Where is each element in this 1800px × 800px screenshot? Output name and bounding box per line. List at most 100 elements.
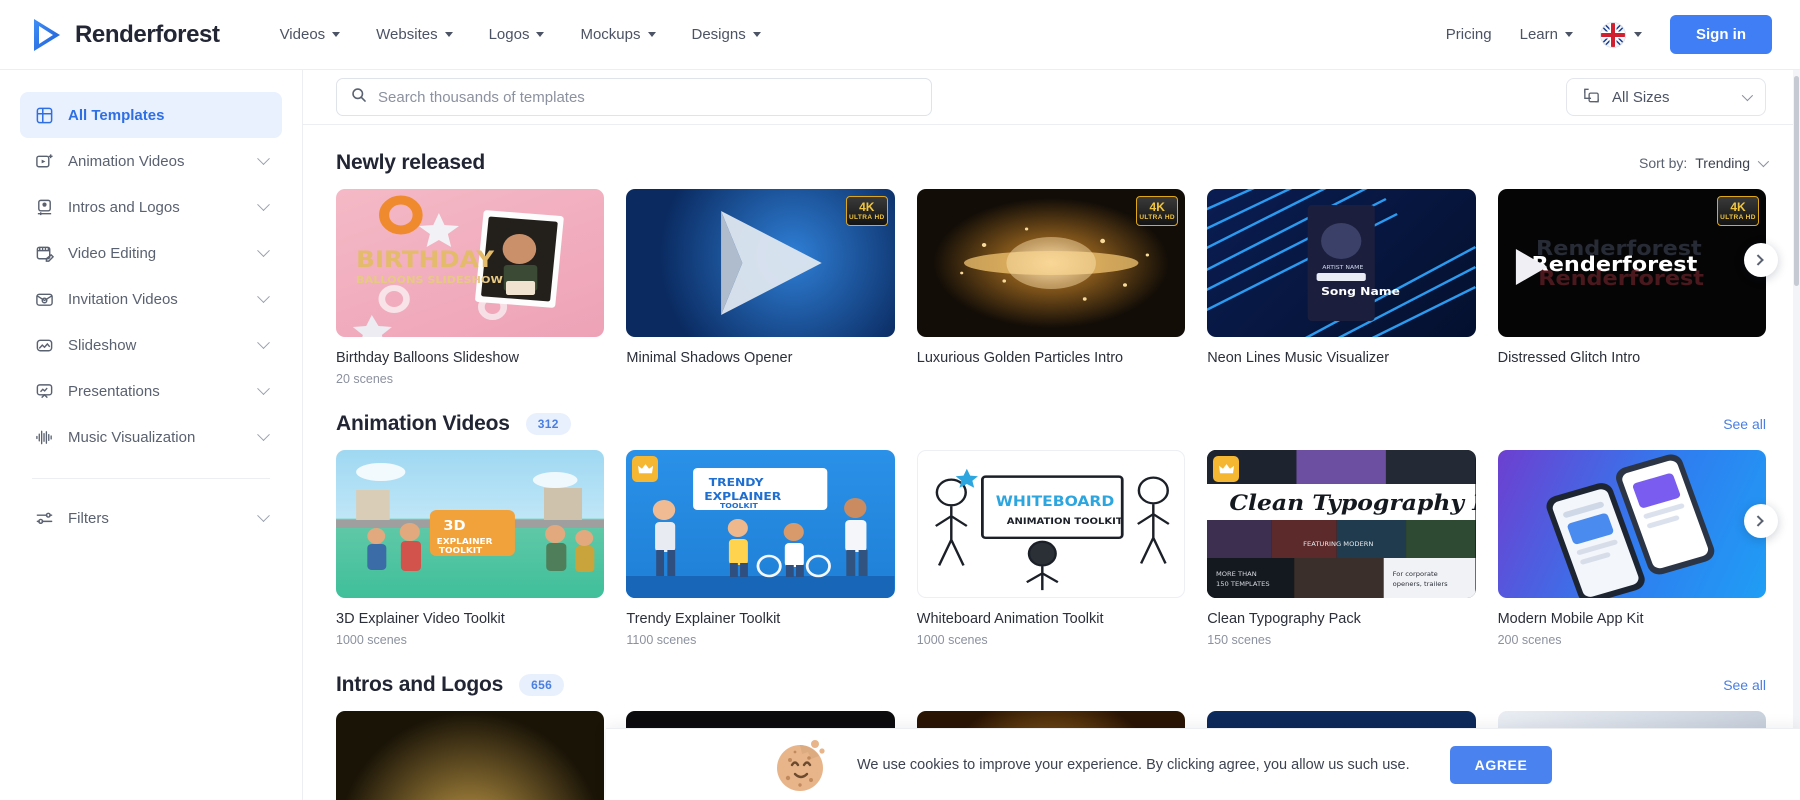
template-card[interactable]: TRENDY EXPLAINER TOOLKIT Trendy Explaine… bbox=[626, 450, 895, 647]
learn-label: Learn bbox=[1519, 26, 1558, 43]
cookie-agree-button[interactable]: AGREE bbox=[1449, 745, 1553, 784]
template-card[interactable]: 3D EXPLAINER TOOLKIT 3D Explainer Video … bbox=[336, 450, 605, 647]
chevron-down-icon bbox=[1565, 32, 1573, 37]
svg-text:Renderforest: Renderforest bbox=[1538, 267, 1704, 291]
svg-text:MORE THAN: MORE THAN bbox=[1216, 571, 1257, 578]
sidebar-item-animation-videos[interactable]: Animation Videos bbox=[20, 138, 282, 184]
chevron-down-icon bbox=[647, 32, 656, 37]
nav-item-videos[interactable]: Videos bbox=[280, 26, 341, 43]
sidebar-item-label: Slideshow bbox=[68, 336, 137, 354]
svg-text:BALLOONS SLIDESHOW: BALLOONS SLIDESHOW bbox=[356, 275, 503, 286]
svg-text:TOOLKIT: TOOLKIT bbox=[720, 501, 759, 509]
template-card[interactable]: Song Name ARTIST NAME Neon Lines Music V… bbox=[1207, 189, 1476, 386]
svg-text:WHITEBOARD: WHITEBOARD bbox=[995, 494, 1114, 510]
nav-label: Websites bbox=[376, 26, 438, 43]
chevron-down-icon bbox=[257, 289, 270, 303]
sign-in-button[interactable]: Sign in bbox=[1670, 15, 1772, 54]
section-count-badge: 656 bbox=[519, 674, 565, 696]
cookie-icon bbox=[771, 734, 833, 796]
svg-text:150 TEMPLATES: 150 TEMPLATES bbox=[1216, 581, 1270, 588]
sidebar-item-music-visualization[interactable]: Music Visualization bbox=[20, 414, 282, 460]
chevron-down-icon bbox=[536, 32, 545, 37]
sidebar-item-all-templates[interactable]: All Templates bbox=[20, 92, 282, 138]
sidebar-item-filters[interactable]: Filters bbox=[20, 495, 282, 541]
template-card[interactable]: 4K ULTRA HD Luxurious Golden Particles I… bbox=[916, 189, 1186, 386]
sidebar-item-presentations[interactable]: Presentations bbox=[20, 368, 282, 414]
svg-text:TOOLKIT: TOOLKIT bbox=[439, 545, 483, 554]
sidebar-item-invitation-videos[interactable]: Invitation Videos bbox=[20, 276, 282, 322]
main-navigation: Videos Websites Logos Mockups Designs bbox=[280, 26, 761, 43]
section-count-badge: 312 bbox=[525, 413, 571, 435]
section-title: Newly released bbox=[336, 151, 485, 174]
svg-text:For corporate: For corporate bbox=[1393, 571, 1438, 578]
nav-item-mockups[interactable]: Mockups bbox=[580, 26, 656, 43]
all-sizes-dropdown[interactable]: All Sizes bbox=[1566, 78, 1766, 116]
brand-logo[interactable]: Renderforest bbox=[30, 17, 220, 53]
carousel-next-button[interactable] bbox=[1744, 504, 1778, 538]
template-thumbnail: Renderforest Renderforest Renderforest 4… bbox=[1497, 189, 1766, 337]
video-play-plus-icon bbox=[34, 151, 54, 171]
sidebar-item-label: Music Visualization bbox=[68, 428, 196, 446]
main-content: All Sizes Newly released Sort by: Trendi… bbox=[303, 70, 1800, 800]
sidebar-item-intros-and-logos[interactable]: Intros and Logos bbox=[20, 184, 282, 230]
sidebar-item-slideshow[interactable]: Slideshow bbox=[20, 322, 282, 368]
aspect-ratio-icon bbox=[1582, 86, 1601, 109]
sidebar-item-label: Video Editing bbox=[68, 244, 157, 262]
nav-item-logos[interactable]: Logos bbox=[489, 26, 545, 43]
section-title: Animation Videos bbox=[336, 412, 510, 435]
template-title: Modern Mobile App Kit bbox=[1497, 611, 1644, 627]
svg-text:TRENDY: TRENDY bbox=[709, 476, 764, 489]
template-card[interactable] bbox=[336, 711, 605, 800]
nav-label: Mockups bbox=[580, 26, 641, 43]
template-thumbnail: WHITEBOARD ANIMATION TOOLKIT bbox=[916, 450, 1186, 598]
nav-label: Videos bbox=[279, 26, 326, 43]
template-row-newly-released: BIRTHDAY BALLOONS SLIDESHOW Birthday Bal… bbox=[336, 189, 1778, 386]
template-scene-count: 20 scenes bbox=[336, 372, 393, 386]
template-card[interactable]: Clean Typography Pack MORE THAN 150 TEMP… bbox=[1207, 450, 1476, 647]
page-scrollbar[interactable] bbox=[1793, 70, 1800, 800]
badge-4k-line2: ULTRA HD bbox=[848, 213, 885, 221]
nav-item-designs[interactable]: Designs bbox=[692, 26, 761, 43]
carousel-next-button[interactable] bbox=[1744, 243, 1778, 277]
section-header-newly-released: Newly released Sort by: Trending bbox=[336, 125, 1770, 189]
template-card[interactable]: Renderforest Renderforest Renderforest 4… bbox=[1497, 189, 1766, 386]
sidebar-item-label: Animation Videos bbox=[68, 152, 185, 170]
search-box[interactable] bbox=[336, 78, 932, 116]
nav-item-websites[interactable]: Websites bbox=[376, 26, 453, 43]
see-all-link[interactable]: See all bbox=[1723, 677, 1766, 693]
search-input[interactable] bbox=[378, 88, 917, 106]
language-selector[interactable] bbox=[1601, 22, 1642, 47]
badge-4k-line1: 4K bbox=[859, 199, 875, 214]
badge-4k-ultra-hd: 4K ULTRA HD bbox=[1136, 196, 1179, 226]
top-header: Renderforest Videos Websites Logos Mocku… bbox=[0, 0, 1800, 70]
chevron-right-icon bbox=[1752, 515, 1764, 527]
chevron-down-icon bbox=[332, 32, 341, 37]
scrollbar-thumb[interactable] bbox=[1794, 76, 1799, 286]
template-title: Neon Lines Music Visualizer bbox=[1207, 350, 1390, 366]
sidebar-item-video-editing[interactable]: Video Editing bbox=[20, 230, 282, 276]
badge-4k-line1: 4K bbox=[1730, 199, 1746, 214]
svg-text:ARTIST NAME: ARTIST NAME bbox=[1322, 265, 1364, 271]
see-all-link[interactable]: See all bbox=[1723, 416, 1766, 432]
template-thumbnail: 4K ULTRA HD bbox=[916, 189, 1186, 337]
badge-4k-line2: ULTRA HD bbox=[1139, 213, 1176, 221]
film-edit-icon bbox=[34, 243, 54, 263]
template-card[interactable]: Modern Mobile App Kit 200 scenes bbox=[1497, 450, 1766, 647]
template-card[interactable]: 4K ULTRA HD Minimal Shadows Opener bbox=[626, 189, 895, 386]
template-card[interactable]: BIRTHDAY BALLOONS SLIDESHOW Birthday Bal… bbox=[336, 189, 605, 386]
svg-text:ANIMATION TOOLKIT: ANIMATION TOOLKIT bbox=[1007, 516, 1123, 526]
template-title: 3D Explainer Video Toolkit bbox=[336, 611, 505, 627]
badge-4k-ultra-hd: 4K ULTRA HD bbox=[845, 196, 888, 226]
learn-menu[interactable]: Learn bbox=[1520, 26, 1573, 43]
image-stack-icon bbox=[34, 335, 54, 355]
section-header-intros-and-logos: Intros and Logos 656 See all bbox=[336, 647, 1766, 711]
sidebar-divider bbox=[32, 478, 270, 479]
waveform-icon bbox=[34, 427, 54, 447]
template-scene-count: 150 scenes bbox=[1207, 633, 1272, 647]
header-actions: Pricing Learn Sign in bbox=[1446, 15, 1772, 54]
template-scroll-area[interactable]: Newly released Sort by: Trending BIRTHDA… bbox=[303, 125, 1800, 800]
sidebar-item-label: Intros and Logos bbox=[68, 198, 180, 216]
sort-by-dropdown[interactable]: Sort by: Trending bbox=[1639, 155, 1770, 171]
pricing-link[interactable]: Pricing bbox=[1446, 26, 1492, 43]
template-card[interactable]: WHITEBOARD ANIMATION TOOLKIT Whiteboard … bbox=[916, 450, 1186, 647]
